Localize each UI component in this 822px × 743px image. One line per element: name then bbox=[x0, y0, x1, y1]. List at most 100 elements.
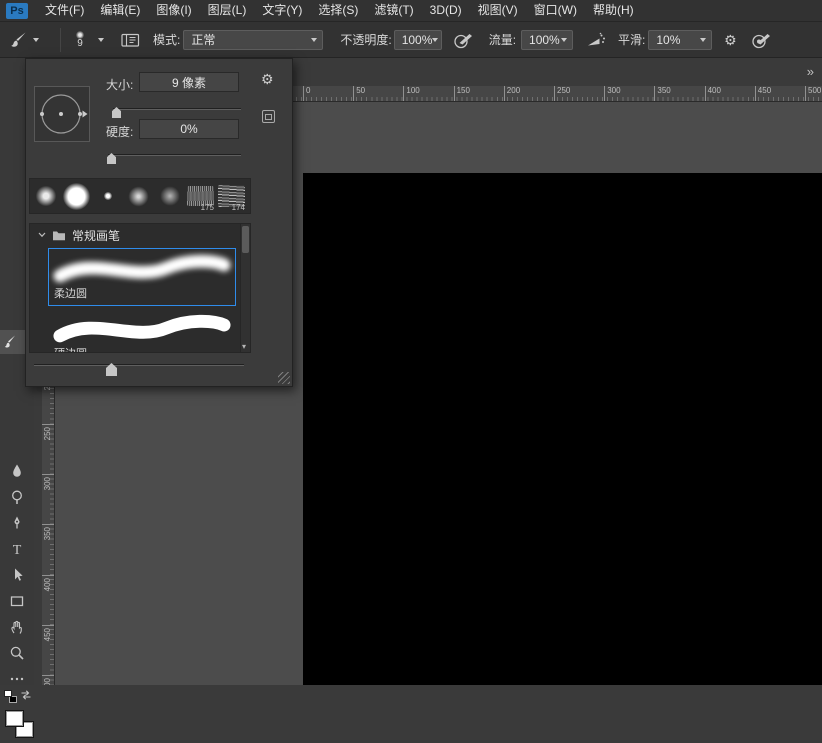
smoothing-select[interactable]: 10% bbox=[648, 30, 712, 50]
brush-tip-number: 175 bbox=[201, 203, 214, 212]
ruler-mark: 400 bbox=[705, 86, 721, 102]
pen-nib-icon bbox=[9, 515, 25, 531]
brush-size-badge: 9 bbox=[77, 39, 83, 49]
rectangle-tool[interactable] bbox=[5, 589, 29, 613]
menu-item[interactable]: 图层(L) bbox=[200, 0, 255, 21]
menu-item[interactable]: 编辑(E) bbox=[92, 0, 148, 21]
hardness-input[interactable] bbox=[139, 119, 239, 139]
menu-item[interactable]: 文字(Y) bbox=[254, 0, 310, 21]
brush-tip-thumbnail bbox=[63, 183, 90, 210]
menu-item[interactable]: 滤镜(T) bbox=[366, 0, 421, 21]
ruler-mark: 200 bbox=[504, 86, 520, 102]
ruler-mark: 400 bbox=[42, 575, 55, 591]
menu-item[interactable]: 选择(S) bbox=[310, 0, 366, 21]
brush-group-header[interactable]: 常规画笔 bbox=[30, 224, 250, 246]
brush-panel-icon bbox=[121, 32, 140, 48]
gear-icon[interactable]: ⚙ bbox=[261, 72, 274, 86]
chevron-down-icon bbox=[561, 38, 567, 42]
ruler-mark: 350 bbox=[42, 524, 55, 540]
type-tool[interactable]: T bbox=[5, 537, 29, 561]
ruler-mark: 450 bbox=[42, 625, 55, 641]
swap-colors-button[interactable] bbox=[20, 689, 32, 701]
ruler-mark: 250 bbox=[42, 424, 55, 440]
photoshop-logo: Ps bbox=[6, 3, 28, 19]
brush-list: 常规画笔 柔边圆 bbox=[29, 223, 251, 353]
brush-preset-button[interactable]: 9 bbox=[67, 31, 111, 49]
ruler-mark: 0 bbox=[303, 86, 310, 102]
mode-select[interactable]: 正常 bbox=[183, 30, 323, 50]
brush-list-item[interactable]: 柔边圆 bbox=[48, 248, 236, 306]
ruler-mark: 500 bbox=[805, 86, 821, 102]
scroll-down-icon[interactable]: ▾ bbox=[242, 343, 246, 351]
menu-item[interactable]: 视图(V) bbox=[470, 0, 526, 21]
magnifier-icon bbox=[9, 645, 25, 661]
brush-tip-preset[interactable] bbox=[154, 179, 185, 213]
opacity-value: 100% bbox=[402, 33, 433, 47]
brush-tip-preset[interactable] bbox=[92, 179, 123, 213]
hardness-slider[interactable] bbox=[108, 154, 241, 156]
menu-item[interactable]: 图像(I) bbox=[148, 0, 199, 21]
smoothing-label: 平滑: bbox=[618, 31, 645, 48]
pen-tool[interactable] bbox=[5, 511, 29, 535]
opacity-select[interactable]: 100% bbox=[394, 30, 442, 50]
brush-tip-number: 174 bbox=[232, 203, 245, 212]
chevron-down-icon bbox=[98, 38, 104, 42]
pressure-opacity-button[interactable] bbox=[450, 27, 478, 53]
pressure-opacity-icon bbox=[453, 31, 475, 49]
brush-tip-thumbnail bbox=[127, 185, 150, 208]
path-select-tool[interactable] bbox=[5, 563, 29, 587]
size-slider[interactable] bbox=[113, 108, 241, 110]
hardness-label: 硬度: bbox=[106, 123, 133, 140]
scrollbar-thumb[interactable] bbox=[242, 226, 249, 253]
brush-list-item[interactable]: 硬边圆 bbox=[48, 308, 236, 353]
ruler-mark: 450 bbox=[755, 86, 771, 102]
blur-tool[interactable] bbox=[5, 459, 29, 483]
ruler-mark: 350 bbox=[654, 86, 670, 102]
brush-preview-toggle-icon[interactable] bbox=[262, 110, 275, 123]
mode-value: 正常 bbox=[191, 31, 215, 48]
canvas[interactable] bbox=[303, 173, 822, 685]
preview-size-slider[interactable] bbox=[34, 364, 244, 366]
smoothing-options-button[interactable]: ⚙ bbox=[720, 27, 740, 53]
tool-preset-picker[interactable] bbox=[8, 30, 54, 50]
foreground-color-swatch[interactable] bbox=[5, 710, 24, 727]
flow-select[interactable]: 100% bbox=[521, 30, 573, 50]
chevron-down-icon bbox=[432, 38, 438, 42]
airbrush-button[interactable] bbox=[583, 27, 609, 53]
zoom-tool[interactable] bbox=[5, 641, 29, 665]
dodge-tool[interactable] bbox=[5, 485, 29, 509]
ruler-mark: 150 bbox=[454, 86, 470, 102]
brush-tip-preset[interactable]: 174 bbox=[216, 179, 247, 213]
resize-grip[interactable] bbox=[278, 372, 290, 384]
panel-overflow-chevron[interactable]: » bbox=[807, 64, 814, 79]
arrow-cursor-icon bbox=[9, 567, 25, 583]
rectangle-icon bbox=[9, 593, 25, 609]
brush-settings-panel-toggle[interactable] bbox=[117, 27, 143, 53]
gear-icon: ⚙ bbox=[724, 33, 737, 47]
brush-tip-preset[interactable]: 175 bbox=[185, 179, 216, 213]
brush-tip-thumbnail bbox=[158, 184, 182, 208]
brush-preset-popup: 大小: ⚙ 硬度: bbox=[25, 58, 293, 387]
pressure-size-button[interactable] bbox=[748, 27, 776, 53]
default-colors-button[interactable] bbox=[4, 690, 18, 704]
mode-label: 模式: bbox=[153, 31, 180, 48]
ruler-mark: 250 bbox=[554, 86, 570, 102]
menu-item[interactable]: 文件(F) bbox=[37, 0, 92, 21]
hand-tool[interactable] bbox=[5, 615, 29, 639]
edit-toolbar-button[interactable] bbox=[5, 667, 29, 691]
chevron-down-icon bbox=[38, 232, 46, 238]
active-brush-tool[interactable] bbox=[0, 330, 25, 354]
menu-item[interactable]: 3D(D) bbox=[422, 0, 470, 21]
brush-tip-preset[interactable] bbox=[61, 179, 92, 213]
menu-item[interactable]: 窗口(W) bbox=[526, 0, 585, 21]
options-bar: 9 模式: 正常 不透明度: 100% 流量: 100% 平滑: bbox=[0, 22, 822, 58]
recent-brush-tips: 175 174 bbox=[29, 178, 251, 214]
size-input[interactable] bbox=[139, 72, 239, 92]
brush-angle-control[interactable] bbox=[34, 86, 90, 142]
brush-tip-preset[interactable] bbox=[123, 179, 154, 213]
hand-icon bbox=[9, 619, 25, 635]
pressure-size-icon bbox=[751, 31, 773, 49]
menu-item[interactable]: 帮助(H) bbox=[585, 0, 642, 21]
brush-tip-preset[interactable] bbox=[30, 179, 61, 213]
scrollbar[interactable]: ▾ bbox=[240, 224, 250, 352]
